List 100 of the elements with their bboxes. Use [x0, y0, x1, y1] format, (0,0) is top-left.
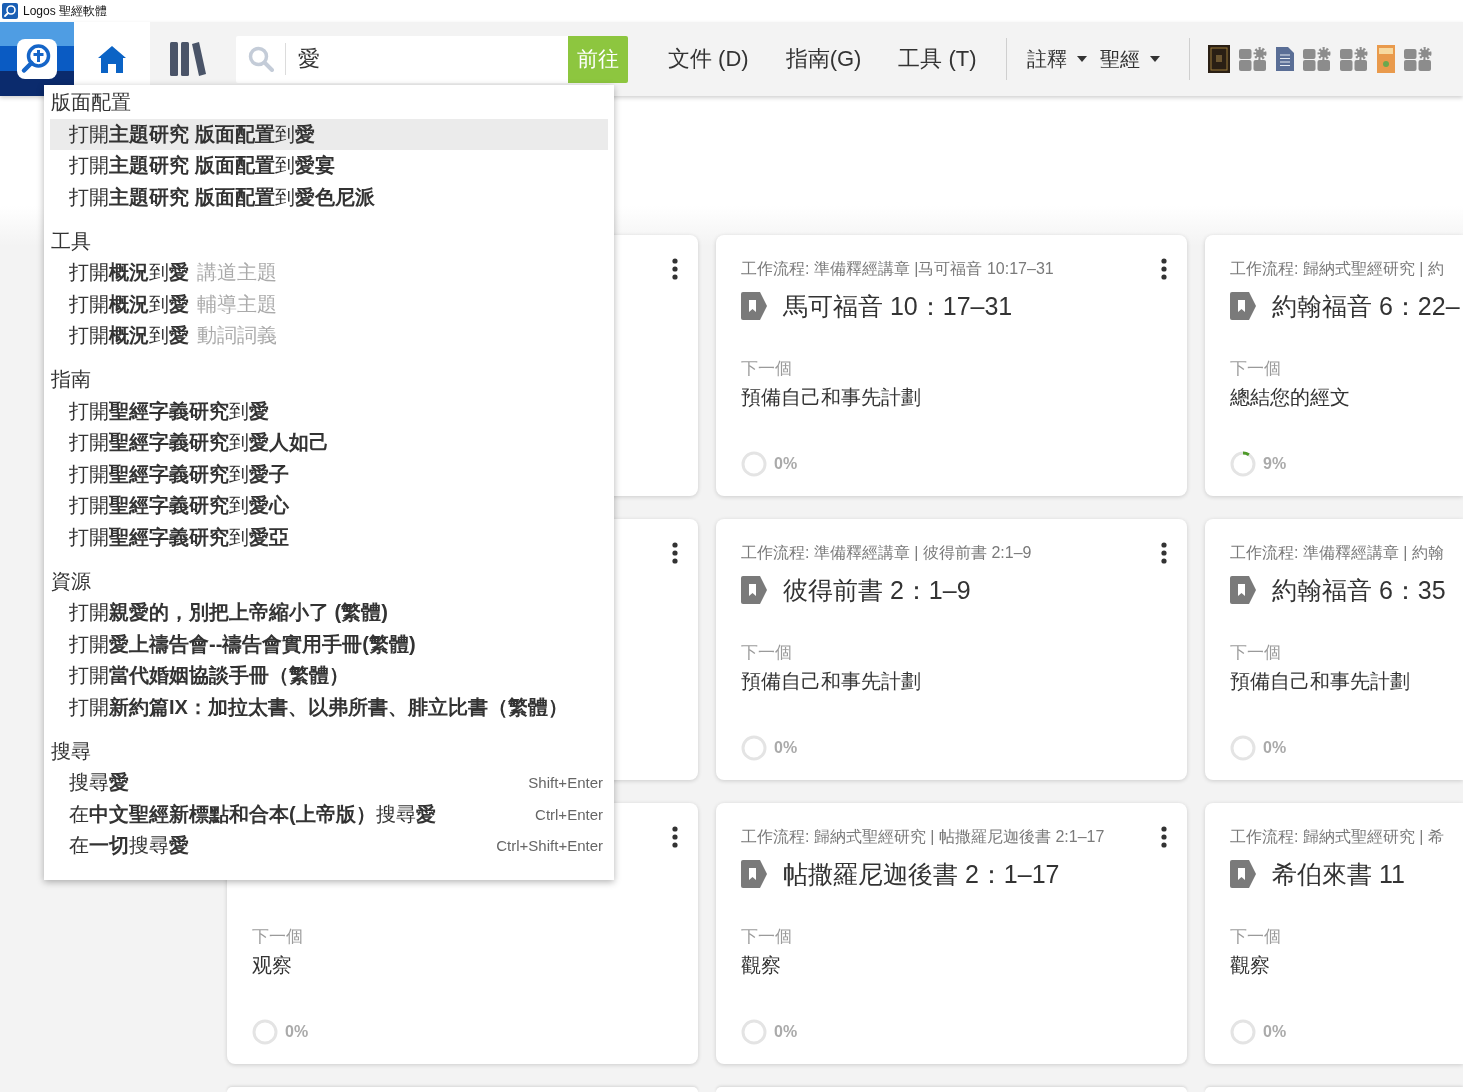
shortcut-hint: Shift+Enter [528, 773, 603, 793]
progress-ring-icon [741, 1019, 767, 1045]
menu-item[interactable]: 打開親愛的，別把上帝縮小了 (繁體) [50, 597, 608, 629]
progress-percent: 0% [774, 739, 798, 757]
search-icon [248, 46, 274, 72]
dropdown-menu-button[interactable]: 聖經 [1099, 45, 1160, 73]
workflow-label: 工作流程: 準備釋經講章 | 彼得前書 2:1–9 [741, 542, 1032, 563]
progress-percent: 0% [774, 455, 798, 473]
progress-percent: 0% [1263, 739, 1287, 757]
menu-item[interactable]: 打開新約篇IX：加拉太書、以弗所書、腓立比書（繁體） [50, 691, 608, 723]
shortcut-hint: Ctrl+Shift+Enter [496, 836, 603, 856]
gear-blocks-icon[interactable] [1339, 47, 1368, 71]
next-step-label: 下一個 [1230, 926, 1281, 948]
progress-percent: 0% [1263, 1023, 1287, 1041]
progress-ring-icon [1230, 1019, 1256, 1045]
more-options-icon[interactable] [1161, 826, 1167, 848]
section-heading: 指南 [50, 367, 91, 392]
next-step-label: 下一個 [741, 358, 792, 380]
menu-item[interactable]: 打開主題研究 版面配置到愛色尼派 [50, 181, 608, 213]
item-detail: 動詞詞義 [197, 323, 277, 348]
more-options-icon[interactable] [672, 826, 678, 848]
section-heading: 資源 [50, 568, 91, 594]
next-step-label: 下一個 [741, 642, 792, 664]
card-title: 馬可福音 10：17–31 [783, 290, 1013, 322]
gear-blocks-icon[interactable] [1302, 47, 1331, 71]
logo-icon [17, 39, 57, 79]
progress-ring-icon [252, 1019, 278, 1045]
next-step-label: 下一個 [741, 926, 792, 948]
menu-item[interactable]: 打開概況到愛 輔導主題 [50, 288, 608, 320]
menu-item[interactable]: 打開概況到愛 講道主題 [50, 257, 608, 289]
workflow-label: 工作流程: 準備釋經講章 | 約翰 [1230, 542, 1444, 563]
section-heading: 版面配置 [50, 90, 131, 115]
workflow-card[interactable]: 工作流程: 歸納式聖經研究 | 約 約翰福音 6：22– 下一個 總結您的經文 9% [1205, 235, 1463, 496]
next-step-text: 觀察 [1230, 953, 1270, 978]
bookmark-icon [1230, 860, 1256, 888]
workflow-card[interactable]: 工作流程: 歸納式聖經研究 | 希 希伯來書 11 下一個 觀察 0% [1205, 803, 1463, 1064]
home-icon [97, 45, 127, 73]
progress-percent: 0% [774, 1023, 798, 1041]
more-options-icon[interactable] [672, 258, 678, 280]
card-title: 帖撒羅尼迦後書 2：1–17 [783, 858, 1060, 890]
menu-button[interactable]: 指南(G) [785, 44, 862, 74]
more-options-icon[interactable] [1161, 542, 1167, 564]
menu-button[interactable]: 文件 (D) [668, 44, 749, 74]
next-step-text: 總結您的經文 [1230, 385, 1350, 410]
document-icon[interactable] [1275, 47, 1294, 71]
books-icon [170, 42, 206, 76]
workflow-label: 工作流程: 歸納式聖經研究 | 約 [1230, 258, 1444, 279]
book-cover-icon[interactable] [1207, 45, 1230, 73]
menu-item[interactable]: 打開主題研究 版面配置到愛 [50, 118, 608, 150]
card-title: 希伯來書 11 [1272, 858, 1405, 890]
next-step-label: 下一個 [1230, 358, 1281, 380]
caret-icon [1076, 56, 1087, 62]
menu-item[interactable]: 打開概況到愛 動詞詞義 [50, 320, 608, 352]
workflow-label: 工作流程: 歸納式聖經研究 | 帖撒羅尼迦後書 2:1–17 [741, 826, 1105, 847]
bookmark-icon [1230, 292, 1256, 320]
progress-ring-icon [741, 735, 767, 761]
bookmark-icon [741, 860, 767, 888]
workflow-label: 工作流程: 準備釋經講章 |马可福音 10:17–31 [741, 258, 1054, 279]
workflow-card[interactable]: 工作流程: 歸納式聖經研究 | 帖撒羅尼迦後書 2:1–17 帖撒羅尼迦後書 2：1–17 下一個 觀察 0% [716, 803, 1187, 1064]
workflow-card[interactable]: 工作流程: 準備釋經講章 | 彼得前書 2:1–9 彼得前書 2：1–9 下一個 預備自己和事先計劃 0% [716, 519, 1187, 780]
workflow-card[interactable]: 工作流程: 準備釋經講章 |马可福音 10:17–31 馬可福音 10：17–31 下一個 預備自己和事先計劃 0% [716, 235, 1187, 496]
menu-item[interactable]: 打開聖經字義研究到愛人如己 [50, 427, 608, 459]
progress-percent: 9% [1263, 455, 1287, 473]
more-options-icon[interactable] [672, 542, 678, 564]
bookmark-icon [741, 292, 767, 320]
section-heading: 搜尋 [50, 738, 91, 764]
library-button[interactable] [170, 41, 206, 77]
card-title: 彼得前書 2：1–9 [783, 574, 971, 606]
card-title: 約翰福音 6：22– [1272, 290, 1460, 322]
next-step-text: 观察 [252, 953, 292, 978]
next-step-text: 觀察 [741, 953, 781, 978]
menu-item[interactable]: 打開聖經字義研究到愛子 [50, 458, 608, 490]
menu-item[interactable]: 打開聖經字義研究到愛亞 [50, 521, 608, 553]
item-detail: 輔導主題 [197, 291, 277, 317]
next-step-text: 預備自己和事先計劃 [1230, 669, 1410, 694]
dropdown-menu-button[interactable]: 註釋 [1026, 45, 1087, 73]
menu-item[interactable]: 打開聖經字義研究到愛心 [50, 490, 608, 522]
caret-icon [1149, 56, 1160, 62]
window-title: Logos 聖經軟體 [23, 2, 108, 20]
shortcut-hint: Ctrl+Enter [535, 804, 603, 825]
more-options-icon[interactable] [1161, 258, 1167, 280]
workflow-card[interactable]: 工作流程: 準備釋經講章 | 約翰 約翰福音 6：35 下一個 預備自己和事先計劃 0% [1205, 519, 1463, 780]
gear-blocks-icon[interactable] [1238, 47, 1267, 71]
progress-ring-icon [1230, 735, 1256, 761]
gear-blocks-icon[interactable] [1403, 47, 1432, 71]
menu-item[interactable]: 搜尋愛 Shift+Enter [50, 767, 608, 799]
menu-button[interactable]: 工具 (T) [898, 44, 977, 74]
search-field[interactable]: 愛 [236, 35, 568, 83]
menu-item[interactable]: 打開當代婚姻協談手冊（繁體） [50, 660, 608, 692]
menu-item[interactable]: 打開愛上禱告會--禱告會實用手冊(繁體) [50, 628, 608, 660]
workflow-label: 工作流程: 歸納式聖經研究 | 希 [1230, 826, 1444, 847]
next-step-label: 下一個 [252, 926, 303, 948]
next-step-text: 預備自己和事先計劃 [741, 385, 921, 410]
menu-item[interactable]: 打開聖經字義研究到愛 [50, 395, 608, 427]
progress-ring-icon [741, 451, 767, 477]
bookmark-icon [741, 576, 767, 604]
item-detail: 講道主題 [197, 260, 277, 285]
next-step-label: 下一個 [1230, 642, 1281, 664]
bookmark-icon [1230, 576, 1256, 604]
menu-item[interactable]: 打開主題研究 版面配置到愛宴 [50, 150, 608, 182]
